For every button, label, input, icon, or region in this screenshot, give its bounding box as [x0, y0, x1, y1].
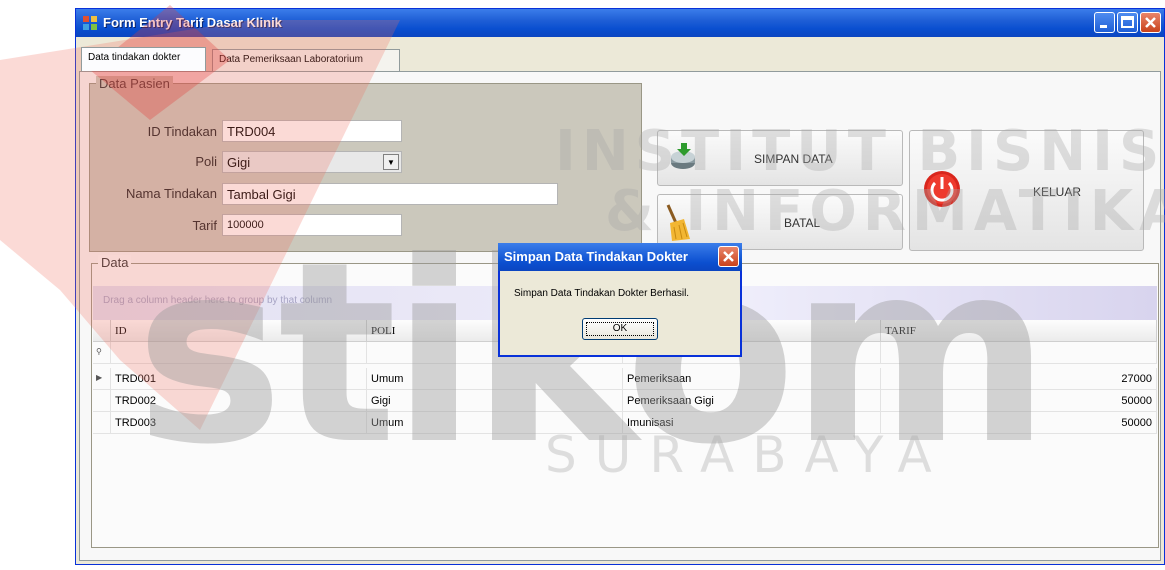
focus-rect	[586, 322, 654, 336]
nama-tindakan-input[interactable]	[222, 183, 558, 205]
save-disk-icon	[671, 143, 695, 169]
header-indicator	[93, 320, 111, 342]
table-row[interactable]: TRD003 Umum Imunisasi 50000	[93, 412, 1157, 434]
poli-select[interactable]: Gigi ▼	[222, 151, 402, 173]
dropdown-arrow-icon[interactable]: ▼	[383, 154, 399, 170]
maximize-icon	[1121, 16, 1134, 28]
cell-nama[interactable]: Pemeriksaan	[623, 368, 881, 390]
cell-id[interactable]: TRD002	[111, 390, 367, 412]
message-dialog: Simpan Data Tindakan Dokter Simpan Data …	[498, 243, 742, 357]
table-row[interactable]: TRD002 Gigi Pemeriksaan Gigi 50000	[93, 390, 1157, 412]
cell-id[interactable]: TRD003	[111, 412, 367, 434]
nama-tindakan-label: Nama Tindakan	[125, 186, 217, 201]
dialog-message: Simpan Data Tindakan Dokter Berhasil.	[514, 288, 690, 299]
tarif-input[interactable]	[222, 214, 402, 236]
window-title: Form Entry Tarif Dasar Klinik	[103, 15, 282, 30]
poli-select-value: Gigi	[227, 155, 251, 170]
column-header-id[interactable]: ID	[111, 320, 367, 342]
cell-nama[interactable]: Imunisasi	[623, 412, 881, 434]
cell-id[interactable]: TRD001	[111, 368, 367, 390]
broom-icon	[666, 204, 690, 241]
table-row[interactable]: ▶ TRD001 Umum Pemeriksaan 27000	[93, 368, 1157, 390]
cell-poli[interactable]: Gigi	[367, 390, 623, 412]
form-app-icon	[83, 16, 97, 30]
cell-tarif[interactable]: 50000	[881, 390, 1157, 412]
column-header-tarif[interactable]: TARIF	[881, 320, 1157, 342]
close-icon	[723, 251, 734, 262]
dialog-title: Simpan Data Tindakan Dokter	[504, 249, 688, 264]
cell-nama[interactable]: Pemeriksaan Gigi	[623, 390, 881, 412]
data-pasien-group-title: Data Pasien	[96, 76, 173, 91]
id-tindakan-label: ID Tindakan	[147, 124, 217, 139]
tarif-label: Tarif	[192, 218, 217, 233]
dialog-close-button[interactable]	[718, 246, 739, 267]
cell-poli[interactable]: Umum	[367, 412, 623, 434]
row-indicator	[93, 412, 111, 434]
keluar-label: KELUAR	[1033, 185, 1082, 199]
batal-button[interactable]: BATAL	[657, 194, 903, 250]
title-bar[interactable]: Form Entry Tarif Dasar Klinik	[76, 9, 1164, 37]
current-row-arrow-icon: ▶	[93, 368, 111, 390]
close-button[interactable]	[1140, 12, 1161, 33]
filter-cell[interactable]	[881, 342, 1157, 364]
minimize-button[interactable]	[1094, 12, 1115, 33]
data-group-title: Data	[98, 255, 132, 270]
simpan-data-button[interactable]: SIMPAN DATA	[657, 130, 903, 186]
cell-poli[interactable]: Umum	[367, 368, 623, 390]
minimize-icon	[1100, 25, 1107, 28]
power-icon	[924, 171, 960, 207]
maximize-button[interactable]	[1117, 12, 1138, 33]
tab-data-pemeriksaan-laboratorium[interactable]: Data Pemeriksaan Laboratorium	[212, 49, 400, 71]
cell-tarif[interactable]: 27000	[881, 368, 1157, 390]
close-icon	[1145, 17, 1156, 28]
dialog-title-bar[interactable]: Simpan Data Tindakan Dokter	[498, 243, 742, 271]
filter-pin-icon: ⚲	[93, 342, 111, 364]
simpan-data-label: SIMPAN DATA	[754, 152, 833, 166]
row-indicator	[93, 390, 111, 412]
dialog-ok-button[interactable]: OK	[582, 318, 658, 340]
cell-tarif[interactable]: 50000	[881, 412, 1157, 434]
batal-label: BATAL	[784, 216, 821, 230]
keluar-button[interactable]: KELUAR	[909, 130, 1144, 251]
poli-label: Poli	[195, 154, 217, 169]
tab-data-tindakan-dokter[interactable]: Data tindakan dokter	[81, 47, 206, 71]
filter-cell[interactable]	[111, 342, 367, 364]
id-tindakan-input[interactable]	[222, 120, 402, 142]
